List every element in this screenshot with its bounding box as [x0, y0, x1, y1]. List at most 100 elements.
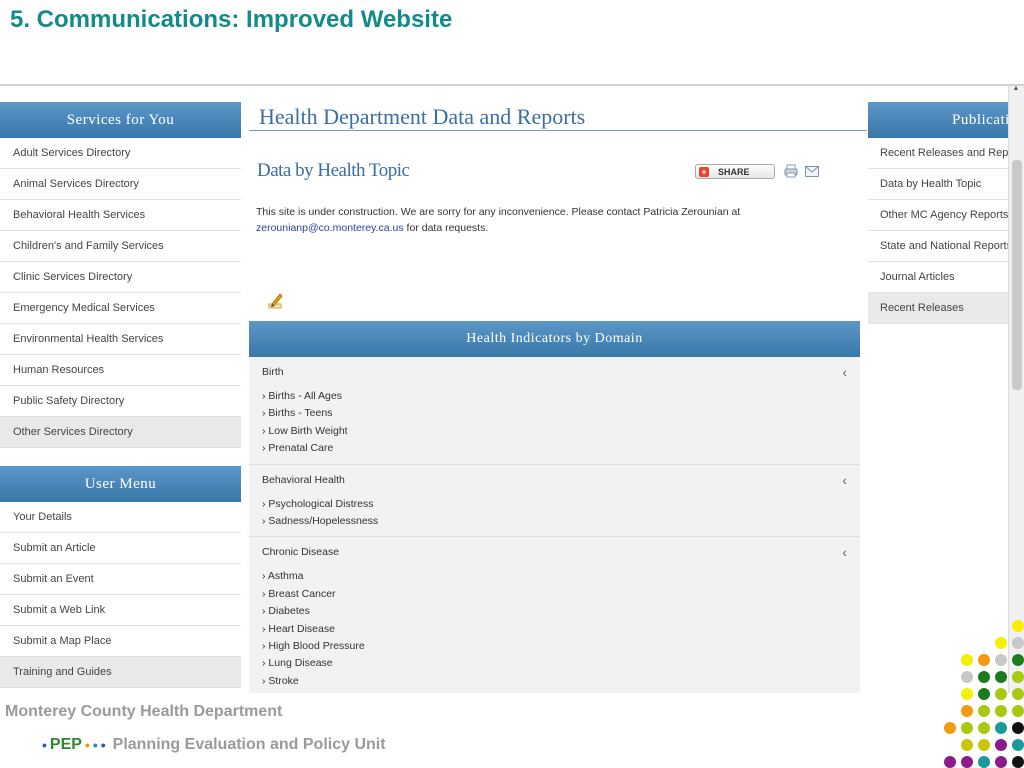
indicator-label: Prenatal Care: [268, 442, 334, 455]
indicator-link[interactable]: › Births - Teens: [262, 405, 848, 422]
services-menu-item-0[interactable]: Adult Services Directory: [0, 138, 241, 169]
domain-section: Chronic Disease ‹ › Asthma › Breast Cancer ›…: [249, 537, 860, 693]
services-menu: Adult Services Directory Animal Services …: [0, 138, 241, 448]
indicator-link[interactable]: › Diabetes: [262, 603, 848, 620]
services-menu-item-9[interactable]: Other Services Directory: [0, 417, 241, 448]
indicator-link[interactable]: › Asthma: [262, 568, 848, 585]
share-icon: +: [699, 166, 709, 177]
chevron-right-icon: ›: [262, 424, 266, 437]
services-menu-item-1[interactable]: Animal Services Directory: [0, 169, 241, 200]
website-screenshot: Services for You Adult Services Director…: [0, 84, 1024, 693]
publications-menu-item-4[interactable]: Journal Articles: [868, 262, 1024, 293]
publications-menu: Recent Releases and Reports Data by Healt…: [868, 138, 1024, 324]
user-menu-item-4[interactable]: Submit a Map Place: [0, 626, 241, 657]
notice-text: This site is under construction. We are …: [256, 206, 741, 218]
chevron-left-icon[interactable]: ‹: [842, 545, 847, 559]
indicator-label: Sadness/Hopelessness: [268, 514, 379, 527]
slide-title: 5. Communications: Improved Website: [10, 6, 453, 33]
edit-icon[interactable]: [267, 292, 285, 310]
chevron-right-icon: ›: [262, 639, 266, 652]
user-menu-item-2[interactable]: Submit an Event: [0, 564, 241, 595]
decorative-dot: [995, 705, 1007, 717]
indicator-link[interactable]: › Births - All Ages: [262, 388, 848, 405]
indicator-label: Psychological Distress: [268, 497, 374, 510]
unit-acronym: PEP: [49, 736, 82, 753]
chevron-right-icon: ›: [262, 657, 266, 670]
services-menu-item-4[interactable]: Clinic Services Directory: [0, 262, 241, 293]
user-menu-item-0[interactable]: Your Details: [0, 502, 241, 533]
domain-title[interactable]: Chronic Disease: [262, 546, 848, 558]
decorative-dot: [1012, 722, 1024, 734]
unit-footer: • PEP • • • Planning Evaluation and Poli…: [42, 736, 386, 754]
services-menu-item-7[interactable]: Human Resources: [0, 355, 241, 386]
mail-icon[interactable]: [805, 166, 819, 177]
domain-title[interactable]: Behavioral Health: [262, 474, 848, 486]
publications-menu-item-2[interactable]: Other MC Agency Reports: [868, 200, 1024, 231]
scrollbar-thumb[interactable]: [1012, 160, 1022, 390]
decorative-dot: [995, 756, 1007, 768]
contact-email-link[interactable]: zerounianp@co.monterey.ca.us: [256, 222, 404, 234]
user-menu-item-1[interactable]: Submit an Article: [0, 533, 241, 564]
unit-name: Planning Evaluation and Policy Unit: [112, 736, 386, 753]
indicator-label: Diabetes: [268, 605, 310, 618]
decorative-dot: [961, 705, 973, 717]
publications-menu-item-5[interactable]: Recent Releases: [868, 293, 1024, 324]
chevron-right-icon: ›: [262, 514, 266, 527]
publications-title: Publications: [868, 102, 1024, 138]
indicator-link[interactable]: › High Blood Pressure: [262, 638, 848, 655]
chevron-right-icon: ›: [262, 497, 266, 510]
indicator-link[interactable]: › Low Birth Weight: [262, 423, 848, 440]
print-icon[interactable]: [784, 164, 798, 178]
chevron-right-icon: ›: [262, 674, 266, 687]
indicator-label: Stroke: [268, 674, 299, 687]
chevron-right-icon: ›: [262, 442, 266, 455]
indicator-link[interactable]: › Heart Disease: [262, 621, 848, 638]
publications-menu-item-0[interactable]: Recent Releases and Reports: [868, 138, 1024, 169]
indicator-link[interactable]: › Stroke: [262, 673, 848, 690]
domain-title[interactable]: Birth: [262, 366, 848, 378]
notice-suffix: for data requests.: [403, 222, 489, 234]
services-menu-item-6[interactable]: Environmental Health Services: [0, 324, 241, 355]
bullet-dot-icon: •: [92, 737, 98, 753]
decorative-dot: [961, 756, 973, 768]
section-heading: Data by Health Topic: [257, 160, 410, 181]
chevron-right-icon: ›: [262, 622, 266, 635]
decorative-dot: [1012, 705, 1024, 717]
indicator-link[interactable]: › Psychological Distress: [262, 496, 848, 513]
vertical-scrollbar[interactable]: ▲: [1008, 86, 1024, 693]
publications-menu-item-1[interactable]: Data by Health Topic: [868, 169, 1024, 200]
page-heading: Health Department Data and Reports: [259, 104, 586, 129]
publications-panel: Publications Recent Releases and Reports…: [868, 102, 1024, 324]
decorative-dot: [978, 705, 990, 717]
chevron-left-icon[interactable]: ‹: [842, 365, 847, 379]
chevron-right-icon: ›: [262, 587, 266, 600]
chevron-right-icon: ›: [262, 605, 266, 618]
indicator-link[interactable]: › Prenatal Care: [262, 440, 848, 457]
scroll-up-arrow-icon[interactable]: ▲: [1011, 86, 1021, 92]
publications-menu-item-3[interactable]: State and National Reports: [868, 231, 1024, 262]
indicator-label: Asthma: [267, 570, 304, 583]
chevron-left-icon[interactable]: ‹: [842, 473, 847, 487]
services-panel: Services for You Adult Services Director…: [0, 102, 241, 448]
indicator-label: High Blood Pressure: [268, 639, 365, 652]
decorative-dot: [944, 756, 956, 768]
services-menu-item-3[interactable]: Children's and Family Services: [0, 231, 241, 262]
indicator-link[interactable]: › Breast Cancer: [262, 586, 848, 603]
decorative-dot: [995, 722, 1007, 734]
bullet-dot-icon: •: [84, 737, 90, 753]
decorative-dot: [978, 756, 990, 768]
chevron-right-icon: ›: [262, 570, 266, 583]
decorative-dot: [978, 739, 990, 751]
services-menu-item-2[interactable]: Behavioral Health Services: [0, 200, 241, 231]
services-menu-item-5[interactable]: Emergency Medical Services: [0, 293, 241, 324]
domain-section: Behavioral Health ‹ › Psychological Distre…: [249, 465, 860, 538]
indicator-label: Lung Disease: [268, 657, 333, 670]
indicator-link[interactable]: › Sadness/Hopelessness: [262, 513, 848, 530]
indicator-link[interactable]: › Lung Disease: [262, 655, 848, 672]
chevron-right-icon: ›: [262, 407, 266, 420]
share-button[interactable]: + SHARE: [695, 164, 775, 179]
services-menu-item-8[interactable]: Public Safety Directory: [0, 386, 241, 417]
user-menu-item-5[interactable]: Training and Guides: [0, 657, 241, 688]
user-menu-item-3[interactable]: Submit a Web Link: [0, 595, 241, 626]
decorative-dot: [1012, 756, 1024, 768]
